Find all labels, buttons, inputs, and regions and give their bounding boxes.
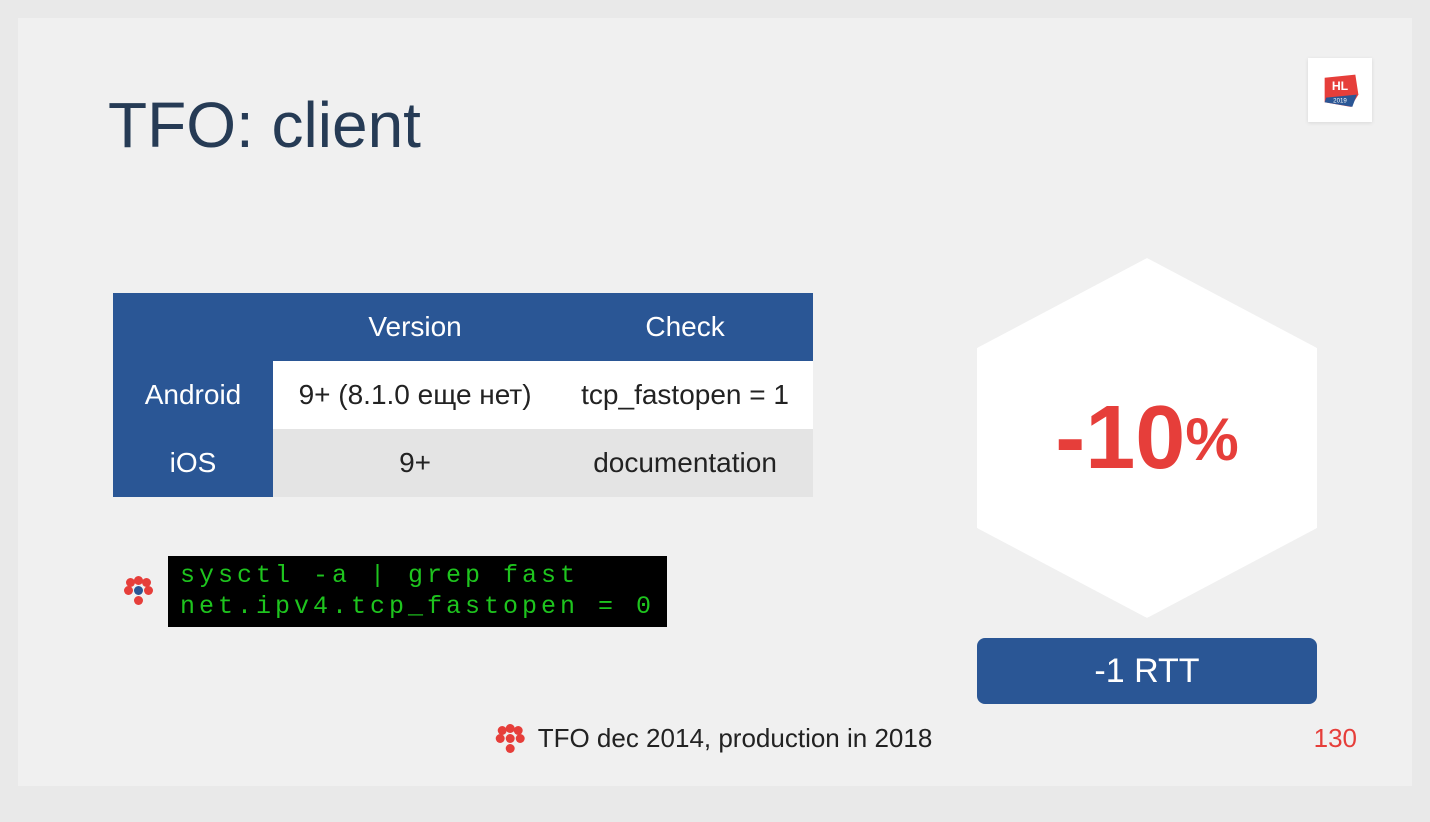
highlight-hexagon: -10% xyxy=(977,258,1317,618)
platform-table: Version Check Android 9+ (8.1.0 еще нет)… xyxy=(113,293,813,497)
svg-text:HL: HL xyxy=(1332,79,1349,93)
table-row: iOS 9+ documentation xyxy=(113,429,813,497)
th-blank xyxy=(113,293,273,361)
th-version: Version xyxy=(273,293,557,361)
footnote: TFO dec 2014, production in 2018 xyxy=(498,723,933,754)
row-label: iOS xyxy=(113,429,273,497)
hex-value: -10% xyxy=(1055,387,1238,490)
cell-check: tcp_fastopen = 1 xyxy=(557,361,813,429)
cell-check: documentation xyxy=(557,429,813,497)
rtt-badge: -1 RTT xyxy=(977,638,1317,704)
hl-logo-icon: HL 2019 xyxy=(1317,67,1363,113)
cell-version: 9+ xyxy=(273,429,557,497)
page-number: 130 xyxy=(1314,723,1357,754)
th-check: Check xyxy=(557,293,813,361)
footnote-text: TFO dec 2014, production in 2018 xyxy=(538,723,933,754)
svg-text:2019: 2019 xyxy=(1333,97,1347,104)
table-row: Android 9+ (8.1.0 еще нет) tcp_fastopen … xyxy=(113,361,813,429)
cell-version: 9+ (8.1.0 еще нет) xyxy=(273,361,557,429)
slide-title: TFO: client xyxy=(108,88,421,162)
code-snippet: sysctl -a | grep fast net.ipv4.tcp_fasto… xyxy=(168,556,667,627)
slide: TFO: client HL 2019 Version Check Androi… xyxy=(18,18,1412,786)
rosette-icon xyxy=(498,726,524,752)
rosette-icon xyxy=(126,578,152,609)
row-label: Android xyxy=(113,361,273,429)
conference-logo: HL 2019 xyxy=(1308,58,1372,122)
